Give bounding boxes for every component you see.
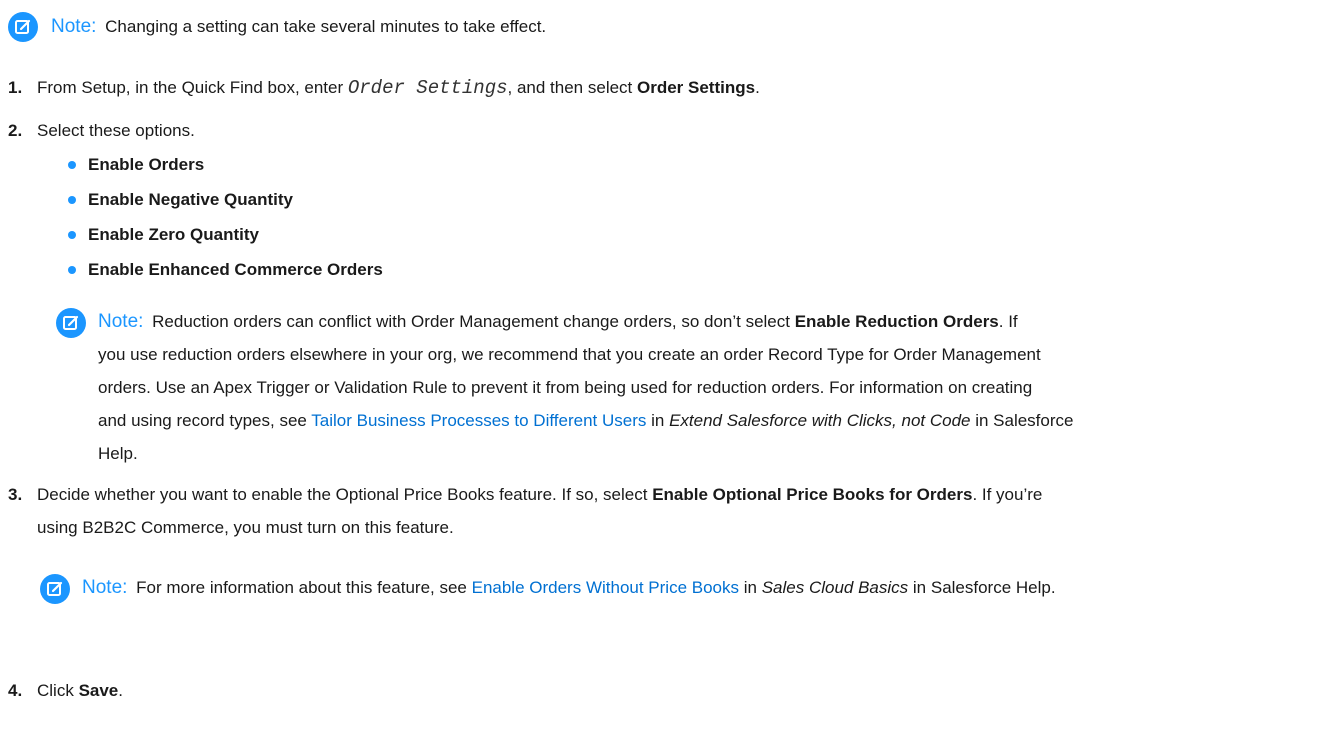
link-tailor-business-processes[interactable]: Tailor Business Processes to Different U… bbox=[311, 411, 646, 430]
bullet-icon bbox=[68, 266, 76, 274]
option-enable-zero-quantity: Enable Zero Quantity bbox=[88, 225, 259, 244]
ui-label-order-settings: Order Settings bbox=[637, 78, 756, 97]
step-number-4: 4. bbox=[8, 681, 23, 700]
step-number-3: 3. bbox=[8, 485, 23, 504]
note-icon bbox=[40, 574, 70, 604]
code-order-settings: Order Settings bbox=[347, 77, 508, 99]
note-text: Changing a setting can take several minu… bbox=[105, 17, 547, 36]
step-2-text: Select these options. bbox=[37, 121, 195, 140]
book-title-extend-salesforce: Extend Salesforce with Clicks, not Code bbox=[669, 411, 971, 430]
option-enable-enhanced-commerce-orders: Enable Enhanced Commerce Orders bbox=[88, 260, 383, 279]
note-label: Note: bbox=[51, 16, 97, 37]
bullet-icon bbox=[68, 231, 76, 239]
note-label: Note: bbox=[98, 311, 144, 332]
bullet-icon bbox=[68, 196, 76, 204]
ui-label-save: Save bbox=[78, 681, 119, 700]
step-3-text: Decide whether you want to enable the Op… bbox=[37, 485, 1043, 537]
option-enable-orders: Enable Orders bbox=[88, 155, 205, 174]
note-changing-setting: Note: Changing a setting can take severa… bbox=[51, 12, 546, 42]
step-number-2: 2. bbox=[8, 121, 23, 140]
note-reduction-orders: Note: Reduction orders can conflict with… bbox=[98, 311, 1074, 463]
note-price-books: Note: For more information about this fe… bbox=[82, 577, 1056, 598]
note-icon bbox=[56, 308, 86, 338]
link-enable-orders-without-price-books[interactable]: Enable Orders Without Price Books bbox=[472, 578, 739, 597]
step-number-1: 1. bbox=[8, 78, 23, 97]
bullet-icon bbox=[68, 161, 76, 169]
step-4-text: Click Save. bbox=[37, 681, 123, 700]
step-1-text: From Setup, in the Quick Find box, enter… bbox=[37, 77, 760, 99]
note-icon bbox=[8, 12, 38, 42]
ui-label-enable-optional-price-books: Enable Optional Price Books for Orders bbox=[652, 485, 973, 504]
book-title-sales-cloud-basics: Sales Cloud Basics bbox=[761, 578, 909, 597]
option-enable-negative-quantity: Enable Negative Quantity bbox=[88, 190, 293, 209]
note-label: Note: bbox=[82, 577, 128, 598]
ui-label-enable-reduction-orders: Enable Reduction Orders bbox=[794, 312, 999, 331]
